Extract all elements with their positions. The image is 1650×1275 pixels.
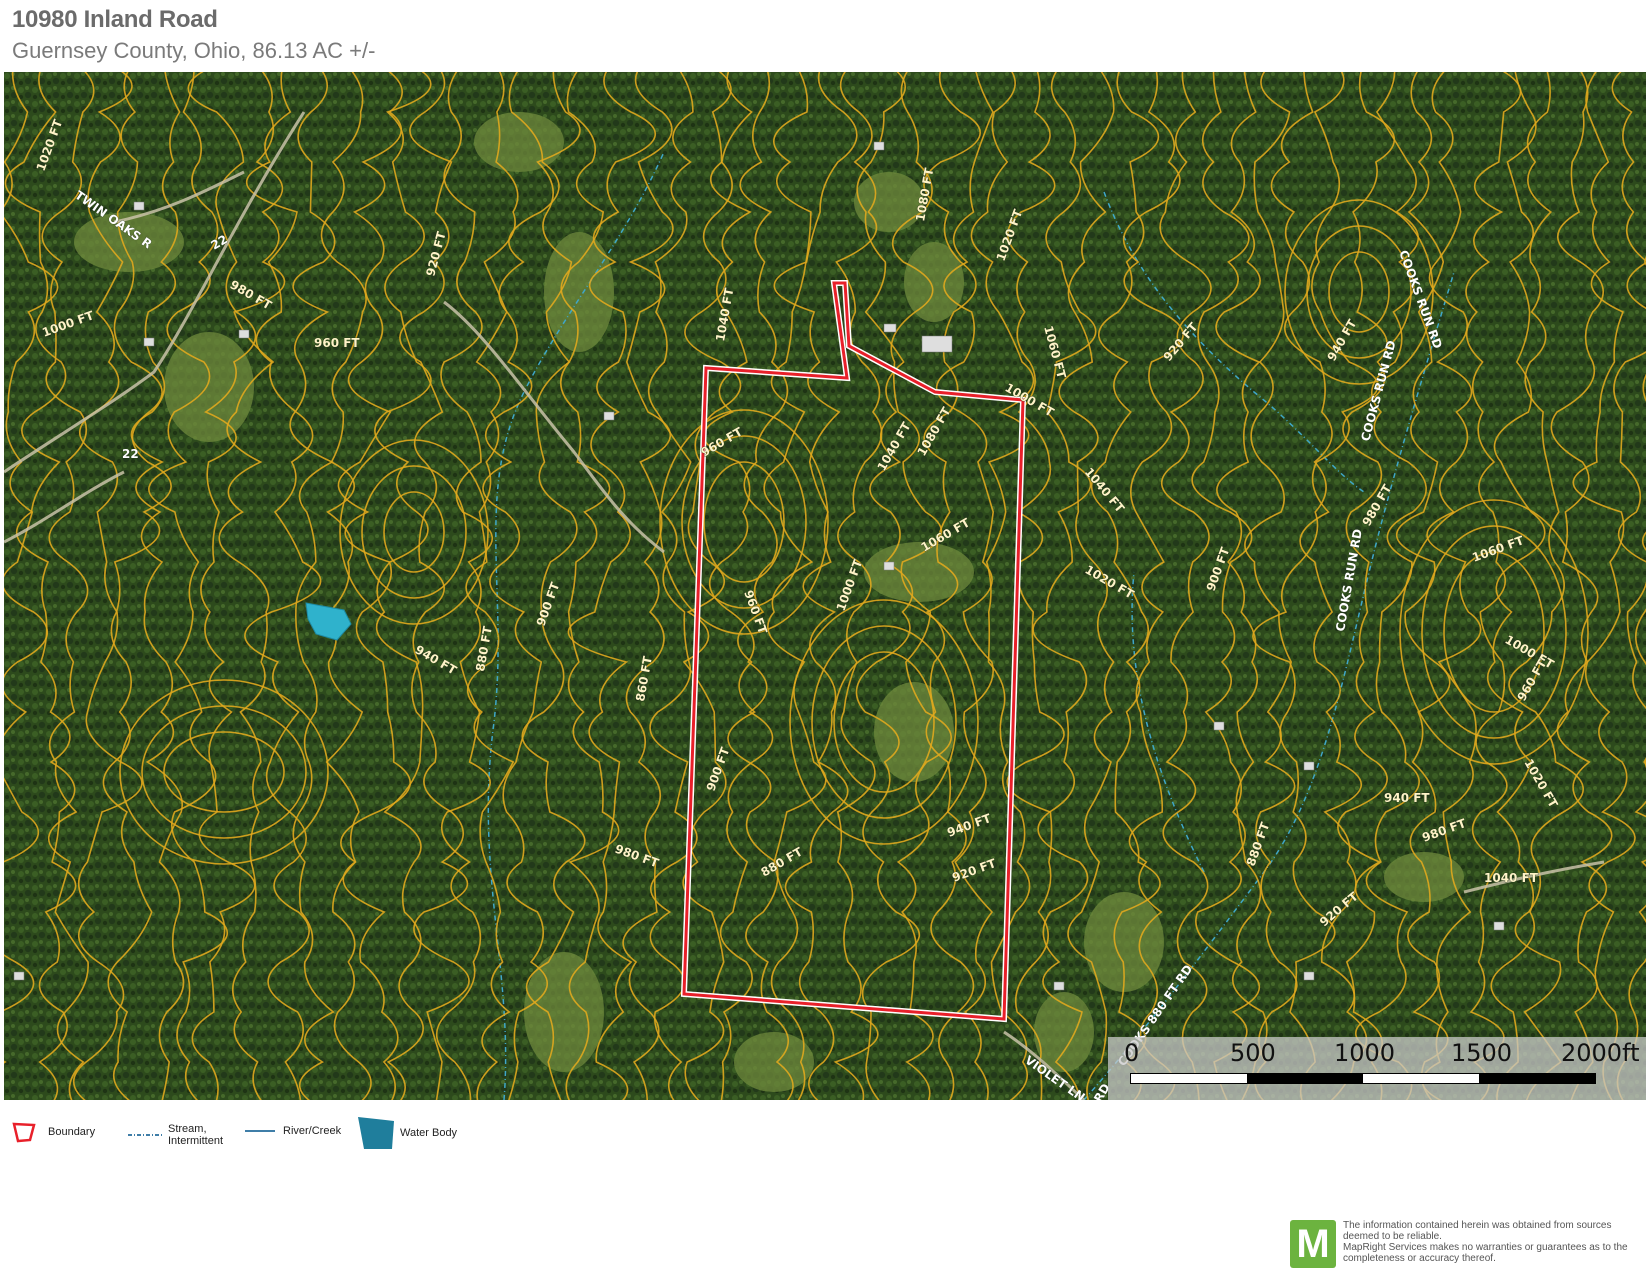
map-title: 10980 Inland Road <box>12 6 218 33</box>
field-clearing <box>904 242 964 322</box>
legend-boundary: Boundary <box>12 1121 95 1143</box>
map-canvas[interactable]: 1020 FT980 FT1000 FT960 FT1040 FT1060 FT… <box>4 72 1646 1100</box>
field-clearing <box>874 682 954 782</box>
scale-bar-graphic <box>1130 1073 1596 1084</box>
contour-elevation-label: 1040 FT <box>1484 871 1539 885</box>
building <box>13 971 25 981</box>
building <box>603 411 615 421</box>
water-body-icon <box>358 1117 394 1149</box>
building <box>1213 721 1225 731</box>
scale-tick-1500: 1500 <box>1451 1039 1513 1067</box>
scale-tick-2000: 2000ft <box>1561 1039 1640 1067</box>
scale-tick-1000: 1000 <box>1334 1039 1396 1067</box>
building <box>143 337 155 347</box>
stream-intermittent-icon <box>128 1134 162 1136</box>
contour-elevation-label: 940 FT <box>1384 791 1430 805</box>
scale-bar: 0 500 1000 1500 2000ft <box>1108 1037 1646 1100</box>
field-clearing <box>474 112 564 172</box>
legend-water-body: Water Body <box>356 1115 457 1151</box>
disclaimer-text: The information contained herein was obt… <box>1343 1220 1628 1264</box>
mapright-logo-letter: M <box>1296 1221 1330 1266</box>
map-subtitle: Guernsey County, Ohio, 86.13 AC +/- <box>12 38 376 63</box>
contour-elevation-label: 960 FT <box>314 336 360 350</box>
building <box>1303 971 1315 981</box>
scale-tick-500: 500 <box>1230 1039 1276 1067</box>
map-legend: Boundary Stream, Intermittent River/Cree… <box>0 1115 600 1155</box>
building <box>873 141 885 151</box>
scale-tick-0: 0 <box>1124 1039 1140 1067</box>
aerial-topo-map[interactable]: 1020 FT 980 FT 1000 FT 960 FT 1040 FT 1060 FT… <box>4 72 1646 1100</box>
building <box>883 323 897 333</box>
river-creek-icon <box>245 1130 275 1132</box>
legend-river: River/Creek <box>245 1125 341 1137</box>
boundary-icon <box>12 1122 36 1143</box>
field-clearing <box>864 542 974 602</box>
building <box>1303 761 1315 771</box>
field-clearing <box>164 332 254 442</box>
building <box>883 561 895 571</box>
terrain-base <box>4 72 1646 1100</box>
legend-stream: Stream, Intermittent <box>128 1123 228 1147</box>
building <box>238 329 250 339</box>
mapright-logo: M <box>1290 1220 1336 1268</box>
field-clearing <box>854 172 924 232</box>
building <box>1493 921 1505 931</box>
building <box>1053 981 1065 991</box>
building <box>133 201 145 211</box>
field-clearing <box>734 1032 814 1092</box>
building <box>921 335 953 353</box>
road-name-label: 22 <box>122 447 139 461</box>
